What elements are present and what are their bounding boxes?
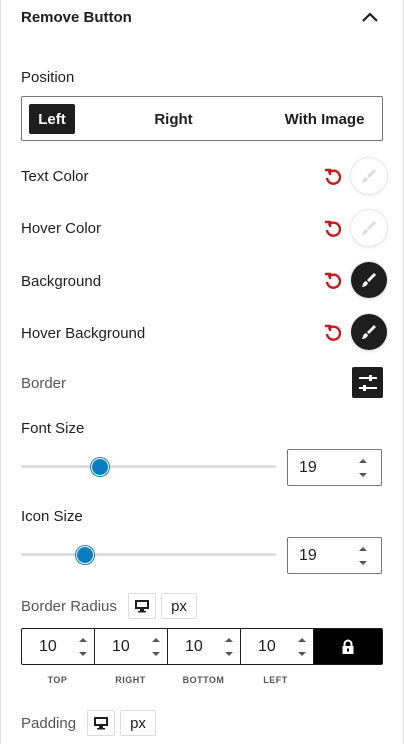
brush-icon <box>362 169 376 183</box>
position-option-with-image[interactable]: With Image <box>271 104 378 134</box>
radius-top-value: 10 <box>39 638 57 655</box>
unit-select-button[interactable]: px <box>161 593 197 619</box>
icon-size-input[interactable]: 19 <box>287 537 382 574</box>
desktop-icon <box>135 600 149 613</box>
sliders-icon <box>358 374 377 391</box>
caret-down-icon[interactable] <box>296 650 308 658</box>
border-label: Border <box>21 375 67 392</box>
device-toggle-button[interactable] <box>128 593 156 619</box>
font-size-label: Font Size <box>21 420 85 437</box>
caret-up-icon[interactable] <box>296 636 308 644</box>
caret-down-icon[interactable] <box>223 650 235 658</box>
radius-bottom-value: 10 <box>185 638 203 655</box>
link-values-button[interactable] <box>314 629 382 664</box>
caret-down-icon[interactable] <box>357 559 369 567</box>
chevron-up-icon[interactable] <box>359 7 381 29</box>
radius-side-label: RIGHT <box>115 675 146 685</box>
hover-background-swatch[interactable] <box>351 314 387 350</box>
border-radius-bottom-input[interactable]: 10 <box>168 629 241 664</box>
hover-background-label: Hover Background <box>21 325 146 342</box>
caret-down-icon[interactable] <box>77 650 89 658</box>
reset-icon[interactable] <box>323 323 343 343</box>
reset-icon[interactable] <box>323 219 343 239</box>
position-option-right[interactable]: Right <box>137 104 210 134</box>
border-radius-right-input[interactable]: 10 <box>95 629 168 664</box>
caret-up-icon[interactable] <box>223 636 235 644</box>
background-swatch[interactable] <box>351 262 387 298</box>
caret-up-icon[interactable] <box>150 636 162 644</box>
font-size-slider-track[interactable] <box>21 465 276 468</box>
font-size-slider-thumb[interactable] <box>91 458 110 476</box>
caret-down-icon[interactable] <box>150 650 162 658</box>
brush-icon <box>362 221 376 235</box>
reset-icon[interactable] <box>323 271 343 291</box>
desktop-icon <box>94 717 108 730</box>
radius-side-label: BOTTOM <box>182 675 225 685</box>
background-label: Background <box>21 273 102 290</box>
icon-size-value: 19 <box>299 547 317 564</box>
border-radius-left-input[interactable]: 10 <box>241 629 314 664</box>
border-settings-button[interactable] <box>352 367 383 398</box>
text-color-swatch[interactable] <box>351 158 387 194</box>
remove-button-panel: Remove Button Position Left Right With I… <box>0 0 404 744</box>
icon-size-slider-track[interactable] <box>21 553 276 556</box>
hover-color-label: Hover Color <box>21 220 102 237</box>
caret-up-icon[interactable] <box>357 545 369 553</box>
icon-size-label: Icon Size <box>21 508 83 525</box>
position-label: Position <box>21 69 75 86</box>
padding-label: Padding <box>21 715 77 732</box>
brush-icon <box>362 273 376 287</box>
caret-up-icon[interactable] <box>357 457 369 465</box>
unit-select-button[interactable]: px <box>120 710 156 736</box>
radius-right-value: 10 <box>112 638 130 655</box>
position-option-left[interactable]: Left <box>29 104 75 134</box>
border-radius-label: Border Radius <box>21 598 117 615</box>
font-size-input[interactable]: 19 <box>287 449 382 486</box>
text-color-label: Text Color <box>21 168 89 185</box>
radius-left-value: 10 <box>258 638 276 655</box>
panel-title: Remove Button <box>21 9 132 26</box>
reset-icon[interactable] <box>323 167 343 187</box>
radius-side-label: LEFT <box>263 675 288 685</box>
hover-color-swatch[interactable] <box>351 210 387 246</box>
lock-icon <box>342 639 354 654</box>
border-radius-inputs: 10 10 10 10 <box>21 628 383 665</box>
icon-size-slider-thumb[interactable] <box>75 546 94 564</box>
caret-down-icon[interactable] <box>357 471 369 479</box>
caret-up-icon[interactable] <box>77 636 89 644</box>
radius-side-label: TOP <box>47 675 68 685</box>
brush-icon <box>362 325 376 339</box>
font-size-value: 19 <box>299 459 317 476</box>
border-radius-top-input[interactable]: 10 <box>22 629 95 664</box>
position-segmented-control: Left Right With Image <box>21 96 383 141</box>
device-toggle-button[interactable] <box>87 710 115 736</box>
